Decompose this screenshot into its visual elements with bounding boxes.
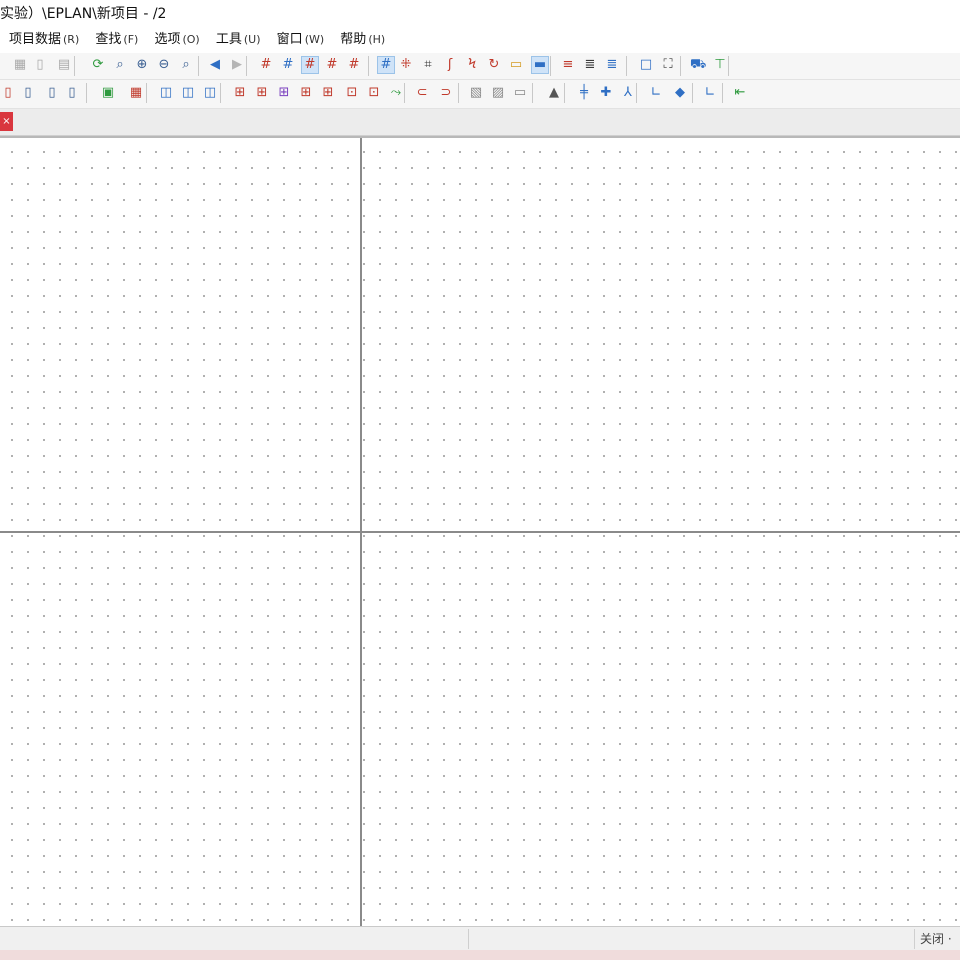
toolbar-separator — [368, 56, 369, 76]
toolbar-separator — [722, 83, 723, 103]
symbol-b-icon[interactable]: Ϟ — [464, 57, 480, 73]
text-a-icon[interactable]: ≡ — [560, 57, 576, 73]
plug-b-icon[interactable]: ⊃ — [438, 85, 454, 101]
diamond-icon[interactable]: ◆ — [672, 85, 688, 101]
zoom-out-icon[interactable]: ⊖ — [156, 57, 172, 73]
rect-icon[interactable]: ▭ — [512, 85, 528, 101]
split-icon[interactable]: ⅄ — [620, 85, 636, 101]
macro-a-icon[interactable]: ◫ — [158, 85, 174, 101]
symbol-a-icon[interactable]: ʃ — [442, 57, 458, 73]
angle-b-icon[interactable]: ∟ — [702, 85, 718, 101]
toolbar-separator — [404, 83, 405, 103]
viewport-divider-horizontal — [0, 531, 960, 533]
device-a-icon[interactable]: ⊞ — [232, 85, 248, 101]
title-bar: 实验）\EPLAN\新项目 - /2 — [0, 0, 960, 28]
page-tab-strip: × — [0, 109, 960, 136]
status-divider — [468, 929, 469, 949]
toolbar-separator — [532, 83, 533, 103]
close-icon[interactable]: × — [0, 112, 13, 131]
toolbar-separator — [74, 56, 75, 76]
cross-icon[interactable]: ✚ — [598, 85, 614, 101]
zoom-in-icon[interactable]: ⊕ — [134, 57, 150, 73]
macro-c-icon[interactable]: ◫ — [202, 85, 218, 101]
drawing-canvas[interactable] — [0, 136, 960, 928]
toolbar-separator — [728, 56, 729, 76]
line-icon[interactable]: ▬ — [531, 56, 549, 74]
grid-c-icon[interactable]: # — [301, 56, 319, 74]
triangle-icon[interactable]: ▲ — [546, 85, 562, 101]
table-icon[interactable]: ▦ — [128, 85, 144, 101]
cart-icon[interactable]: ⛟ — [690, 57, 706, 73]
menu-find[interactable]: 查找 (F) — [92, 28, 141, 52]
grid-a-icon[interactable]: # — [258, 57, 274, 73]
device-d-icon[interactable]: ⊞ — [298, 85, 314, 101]
snap-object-icon[interactable]: ⁜ — [398, 57, 414, 73]
bus-icon[interactable]: ╪ — [576, 85, 592, 101]
page-prev-icon[interactable]: ▯ — [44, 85, 60, 101]
text-b-icon[interactable]: ≣ — [582, 57, 598, 73]
snap-grid-icon[interactable]: # — [377, 56, 395, 74]
arrow-connect-icon[interactable]: ⇤ — [732, 85, 748, 101]
toolbar-separator — [626, 56, 627, 76]
angle-icon[interactable]: ∟ — [648, 85, 664, 101]
toolbar-separator — [680, 56, 681, 76]
toolbar-separator — [564, 83, 565, 103]
terminal-icon[interactable]: ⊤ — [712, 57, 728, 73]
hatch-b-icon[interactable]: ▨ — [490, 85, 506, 101]
toolbar-separator — [220, 83, 221, 103]
menu-bar: 项目数据 (R) 查找 (F) 选项 (O) 工具 (U) 窗口 (W) 帮助 (H) — [0, 28, 960, 52]
hatch-a-icon[interactable]: ▧ — [468, 85, 484, 101]
taskbar-strip — [0, 950, 960, 960]
menu-tools[interactable]: 工具 (U) — [213, 28, 264, 52]
symbol-c-icon[interactable]: ↻ — [486, 57, 502, 73]
toolbar-separator — [146, 83, 147, 103]
macro-b-icon[interactable]: ◫ — [180, 85, 196, 101]
menu-project-data[interactable]: 项目数据 (R) — [6, 28, 82, 52]
device-c-icon[interactable]: ⊞ — [276, 85, 292, 101]
device-e-icon[interactable]: ⊞ — [320, 85, 336, 101]
toolbar-separator — [458, 83, 459, 103]
status-close-label: 关闭 · — [920, 932, 952, 946]
toolbar-separator — [246, 56, 247, 76]
menu-options[interactable]: 选项 (O) — [151, 28, 202, 52]
zoom-window-icon[interactable]: ⌕ — [112, 57, 128, 73]
toolbar-separator — [550, 56, 551, 76]
insert-toolbar: ▯ ▯ ▯ ▯ ▣ ▦ ◫ ◫ ◫ ⊞ ⊞ ⊞ ⊞ ⊞ ⊡ ⊡ ⤳ ⊂ ⊃ ▧ ▨ ▭ ▲ ╪ ✚ ⅄ ∟ ◆ ∟ ⇤ — [0, 80, 960, 109]
grid-d-icon[interactable]: # — [324, 57, 340, 73]
open-page-icon[interactable]: ▯ — [20, 85, 36, 101]
grid-icon[interactable]: ▦ — [12, 57, 28, 73]
plug-a-icon[interactable]: ⊂ — [414, 85, 430, 101]
standard-toolbar: ▦ ▯ ▤ ⟳ ⌕ ⊕ ⊖ ⌕ ◀ ▶ # # # # # # ⁜ ⌗ ʃ Ϟ ↻ ▭ ▬ ≡ ≣ ≣ □ ⛶ ⛟ ⊤ — [0, 53, 960, 80]
symbol-d-icon[interactable]: ▭ — [508, 57, 524, 73]
device-g-icon[interactable]: ⊡ — [366, 85, 382, 101]
device-b-icon[interactable]: ⊞ — [254, 85, 270, 101]
status-bar: 关闭 · — [0, 926, 960, 951]
arrow-back-icon[interactable]: ◀ — [207, 57, 223, 73]
toolbar-separator — [636, 83, 637, 103]
page-list-icon[interactable]: ▤ — [56, 57, 72, 73]
toolbar-separator — [86, 83, 87, 103]
new-page-icon[interactable]: ▯ — [0, 85, 16, 101]
toolbar-separator — [692, 83, 693, 103]
arrow-forward-icon[interactable]: ▶ — [229, 57, 245, 73]
crosshair-icon[interactable]: ⌗ — [420, 57, 436, 73]
window-title: 实验）\EPLAN\新项目 - /2 — [0, 6, 167, 22]
page-icon[interactable]: ▯ — [32, 57, 48, 73]
grid-e-icon[interactable]: # — [346, 57, 362, 73]
device-f-icon[interactable]: ⊡ — [344, 85, 360, 101]
menu-window[interactable]: 窗口 (W) — [274, 28, 327, 52]
select-icon[interactable]: □ — [638, 57, 654, 73]
image-icon[interactable]: ▣ — [100, 85, 116, 101]
fit-icon[interactable]: ⛶ — [660, 57, 676, 73]
toolbar-separator — [198, 56, 199, 76]
connect-icon[interactable]: ⤳ — [388, 85, 404, 101]
menu-help[interactable]: 帮助 (H) — [337, 28, 388, 52]
status-divider — [914, 929, 915, 949]
viewport-divider-vertical — [360, 138, 362, 928]
grid-b-icon[interactable]: # — [280, 57, 296, 73]
refresh-icon[interactable]: ⟳ — [90, 57, 106, 73]
zoom-all-icon[interactable]: ⌕ — [178, 57, 194, 73]
page-next-icon[interactable]: ▯ — [64, 85, 80, 101]
text-c-icon[interactable]: ≣ — [604, 57, 620, 73]
